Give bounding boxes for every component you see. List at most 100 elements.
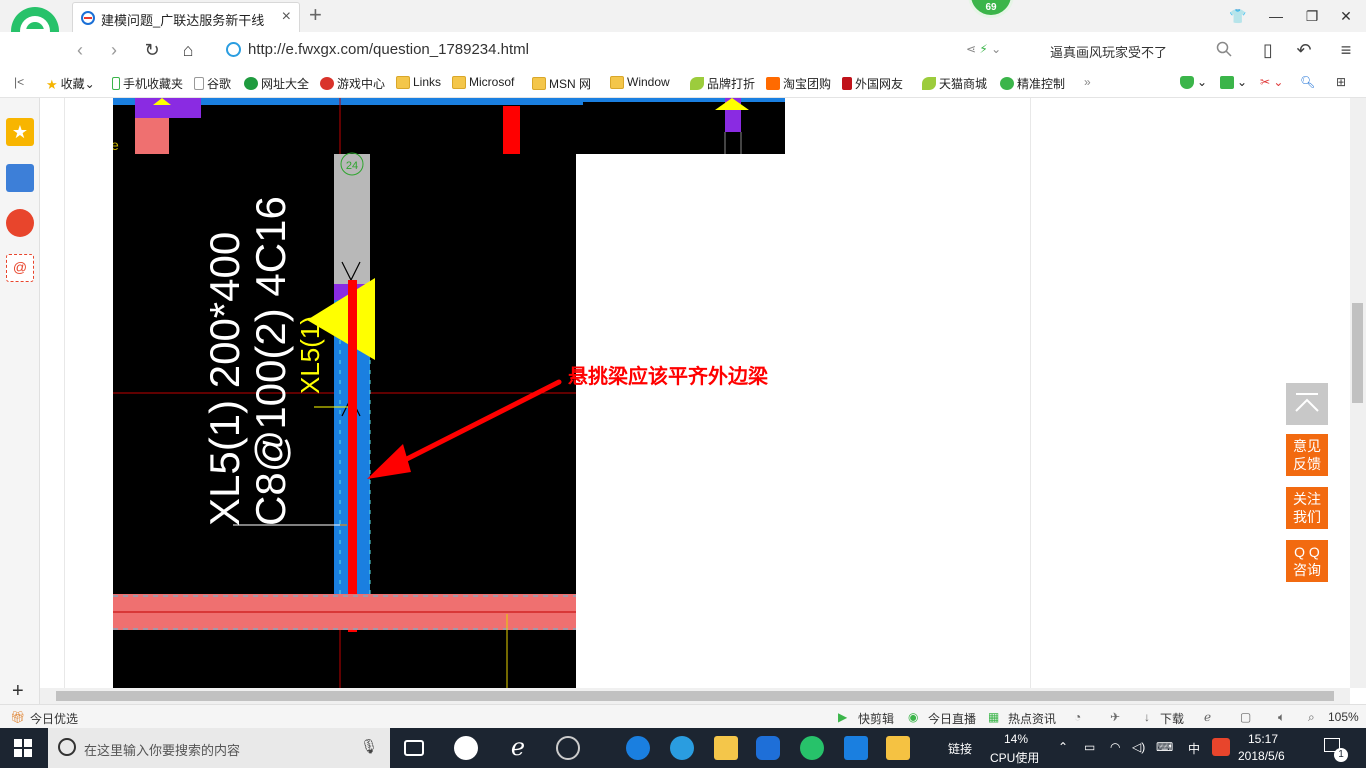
scissors-icon[interactable]: ✂ ⌄ (1260, 75, 1283, 89)
shirt-skin-icon[interactable]: 👕 (1228, 6, 1248, 26)
new-tab-button[interactable]: + (309, 2, 322, 28)
fan-app-icon[interactable] (454, 736, 478, 760)
edge-blue-icon[interactable] (626, 736, 650, 760)
page-icon (194, 77, 204, 90)
speed-icon[interactable]: ◔ (1074, 710, 1081, 724)
back-to-top-button[interactable] (1286, 383, 1328, 425)
bookmark-item[interactable]: Links (396, 75, 441, 89)
quick-edit-link[interactable]: 快剪辑 (858, 710, 894, 727)
bookmark-item[interactable]: 淘宝团购 (766, 75, 831, 92)
tab-close-icon[interactable]: × (282, 8, 291, 26)
bookmark-item[interactable]: Microsof (452, 75, 514, 89)
bookmark-item[interactable]: 品牌打折 (690, 75, 755, 92)
mobile-icon[interactable]: ▯ (1256, 38, 1280, 62)
gift-icon[interactable]: 🎁︎ (10, 710, 25, 724)
news-ticker[interactable]: 逼真画风玩家受不了 (1050, 42, 1167, 61)
zoom-level[interactable]: 105% (1328, 710, 1359, 724)
bookmark-item[interactable]: 手机收藏夹 (112, 75, 183, 92)
battery-icon[interactable]: ▭ (1084, 740, 1095, 754)
edge-icon[interactable]: ℯ (506, 736, 530, 760)
search-icon[interactable] (1216, 41, 1232, 57)
browser-360-icon[interactable] (800, 736, 824, 760)
ie-mode-icon[interactable]: ℯ (1204, 710, 1211, 724)
today-picks-link[interactable]: 今日优选 (30, 710, 78, 727)
share-lightning-icons[interactable]: ⋖ ⚡ ⌄ (966, 42, 1001, 56)
live-link[interactable]: 今日直播 (928, 710, 976, 727)
news-list-icon[interactable] (6, 164, 34, 192)
bookmark-item[interactable]: 外国网友 (842, 75, 903, 92)
forward-icon[interactable]: › (102, 38, 126, 62)
clock-time[interactable]: 15:17 (1248, 732, 1278, 746)
menu-icon[interactable]: ≡ (1334, 38, 1358, 62)
home-icon[interactable]: ⌂ (176, 38, 200, 62)
hot-news-link[interactable]: 热点资讯 (1008, 710, 1056, 727)
restore-button[interactable]: ❐ (1302, 6, 1322, 26)
bookmark-item[interactable]: 谷歌 (194, 75, 231, 92)
horizontal-scrollbar[interactable] (40, 688, 1350, 704)
beam-label-main: XL5(1) 200*400 (201, 232, 248, 526)
bookmark-item[interactable]: Window (610, 75, 670, 89)
speaker-icon[interactable]: ◁) (1132, 740, 1145, 754)
translate-icon[interactable]: ⌄ (1220, 75, 1247, 89)
tools-icon[interactable]: ✈ (1110, 710, 1120, 724)
window-icon[interactable]: ▢ (1240, 710, 1251, 724)
notification-badge[interactable]: 69 (968, 0, 1014, 18)
back-icon[interactable]: ‹ (68, 38, 92, 62)
task-view-icon[interactable] (404, 740, 424, 756)
vertical-scrollbar[interactable] (1350, 98, 1366, 688)
tab-title: 建模问题_广联达服务新干线 (101, 13, 265, 28)
status-bar: 🎁︎ 今日优选 ▶ 快剪辑 ◉ 今日直播 ▦ 热点资讯 ◔ ✈ ↓ 下载 ℯ ▢… (0, 704, 1366, 728)
shield-icon[interactable]: ⌄ (1180, 75, 1207, 89)
ie-icon[interactable] (670, 736, 694, 760)
active-tab[interactable]: 建模问题_广联达服务新干线 × (72, 2, 300, 32)
file-explorer-icon[interactable] (714, 736, 738, 760)
refresh-icon[interactable]: ↻ (140, 38, 164, 62)
wifi-icon[interactable]: ◠ (1110, 740, 1120, 754)
plus-app-icon[interactable] (844, 736, 868, 760)
windows-start-icon[interactable] (14, 739, 32, 757)
notes-app-icon[interactable] (886, 736, 910, 760)
keyboard-icon[interactable]: ⌨ (1156, 740, 1173, 754)
bookmark-item[interactable]: 天猫商城 (922, 75, 987, 92)
bookmark-item[interactable]: MSN 网 (532, 75, 591, 92)
bookmark-item[interactable]: 游戏中心 (320, 75, 385, 92)
browser-tab-bar: 建模问题_广联达服务新干线 × + 69 👕 — ❐ ✕ (0, 0, 1366, 57)
tray-expand-icon[interactable]: ⌃ (1058, 740, 1068, 754)
bookmark-bar: |< ★ 收藏 ⌄ 手机收藏夹 谷歌 网址大全 游戏中心 Links Micros… (0, 68, 1366, 98)
microphone-icon[interactable]: 🎙︎ (360, 738, 378, 755)
sogou-ime-icon[interactable] (1212, 738, 1230, 756)
bookmark-item[interactable]: 精准控制 (1000, 75, 1065, 92)
apps-grid-icon[interactable]: ⊞ (1336, 75, 1346, 89)
qq-consult-button[interactable]: Q Q 咨询 (1286, 540, 1328, 582)
add-sidebar-item-icon[interactable]: + (12, 680, 24, 703)
live-icon: ◉ (908, 710, 919, 724)
clock-date[interactable]: 2018/5/6 (1238, 749, 1285, 763)
zoom-search-icon[interactable]: 🔍︎ (1300, 75, 1315, 89)
weibo-icon[interactable] (6, 209, 34, 237)
swirl-app-icon[interactable] (556, 736, 580, 760)
url-text[interactable]: http://e.fwxgx.com/question_1789234.html (248, 41, 529, 58)
address-bar[interactable]: http://e.fwxgx.com/question_1789234.html (218, 36, 1038, 64)
collapse-sidebar-icon[interactable]: |< (14, 75, 24, 89)
taskbar-search-box[interactable]: 在这里输入你要搜索的内容 🎙︎ (48, 728, 390, 768)
minimize-button[interactable]: — (1266, 6, 1286, 26)
close-window-button[interactable]: ✕ (1336, 6, 1356, 26)
bookmark-item[interactable]: ★ 收藏 ⌄ (46, 75, 95, 93)
link-label[interactable]: 链接 (948, 740, 972, 757)
vertical-scroll-thumb[interactable] (1352, 303, 1363, 403)
bookmark-item[interactable]: 网址大全 (244, 75, 309, 92)
favorites-star-icon[interactable]: ★ (6, 118, 34, 146)
undo-icon[interactable]: ↶ (1292, 38, 1316, 62)
glodon-app-icon[interactable] (756, 736, 780, 760)
horizontal-scroll-thumb[interactable] (56, 691, 1334, 701)
ime-indicator[interactable]: 中 (1188, 740, 1200, 757)
mail-icon[interactable]: @ (6, 254, 34, 282)
feedback-button[interactable]: 意见 反馈 (1286, 434, 1328, 476)
folder-icon (532, 77, 546, 90)
volume-icon[interactable]: 🔈︎ (1278, 710, 1285, 725)
more-bookmarks-icon[interactable]: » (1084, 75, 1091, 89)
follow-us-button[interactable]: 关注 我们 (1286, 487, 1328, 529)
navigation-bar: ‹ › ↻ ⌂ http://e.fwxgx.com/question_1789… (0, 32, 1366, 68)
download-link[interactable]: 下载 (1160, 710, 1184, 727)
folder-icon (452, 75, 466, 89)
